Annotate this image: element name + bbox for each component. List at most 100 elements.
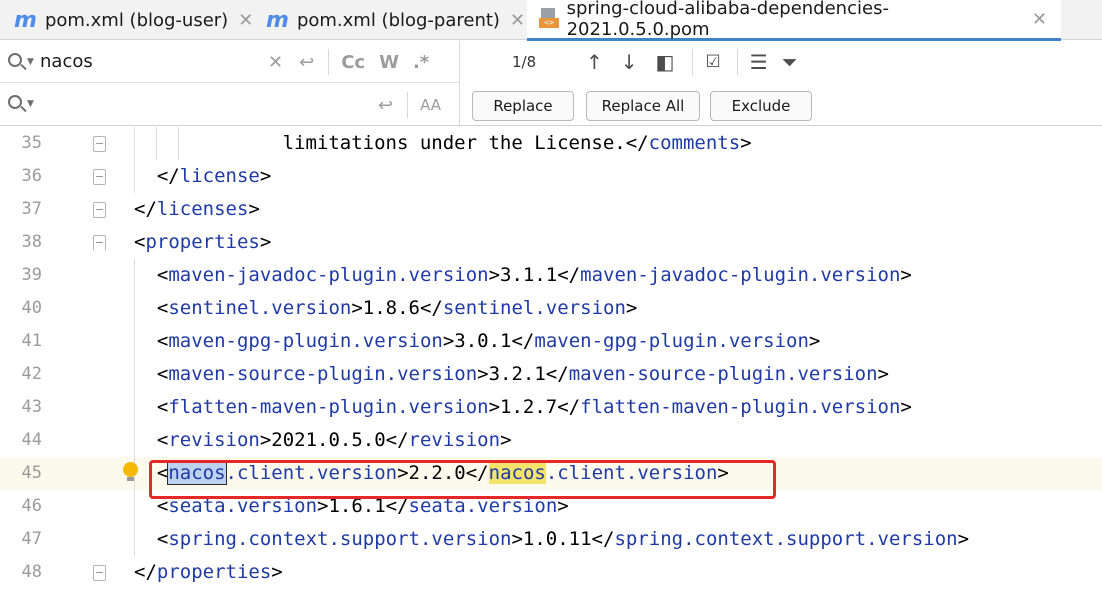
divider <box>328 49 330 75</box>
code-line: 47 <spring.context.support.version>1.0.11… <box>0 523 1102 556</box>
search-history-icon[interactable]: ▼ <box>8 52 34 72</box>
line-number: 47 <box>21 529 42 549</box>
next-occurrence-icon[interactable]: ↓ <box>621 50 638 74</box>
find-field-container: ▼ ✕ ↩ Cc W .* <box>0 41 460 83</box>
new-line-icon[interactable]: ↩ <box>378 95 393 116</box>
code-line: 36 </license> <box>0 160 1102 193</box>
code-line: 38 <properties> <box>0 226 1102 259</box>
maven-file-icon: m <box>266 7 289 33</box>
search-in-selection-icon[interactable]: ☰ <box>750 50 768 74</box>
fold-end-icon[interactable] <box>93 136 106 152</box>
line-number: 42 <box>21 364 42 384</box>
xml-tag-name: maven-source-plugin.version <box>168 363 478 385</box>
xml-file-icon: <> <box>539 8 559 30</box>
code-text: <revision>2021.0.5.0</revision> <box>156 429 512 451</box>
divider <box>407 92 409 118</box>
fold-end-icon[interactable] <box>93 565 106 581</box>
code-text: </properties> <box>134 561 283 583</box>
code-text: </license> <box>156 165 272 187</box>
code-text: <maven-source-plugin.version>3.2.1</mave… <box>156 363 889 385</box>
indent-guide <box>134 523 135 556</box>
editor-tab-bar: m pom.xml (blog-user) ✕ m pom.xml (blog-… <box>0 0 1102 41</box>
tab-spring-cloud-alibaba-dependencies[interactable]: <> spring-cloud-alibaba-dependencies-202… <box>527 0 1061 41</box>
indent-guide <box>134 490 135 523</box>
replace-input[interactable] <box>40 91 240 115</box>
close-icon[interactable]: ✕ <box>1032 9 1047 30</box>
code-text: <maven-javadoc-plugin.version>3.1.1</mav… <box>156 264 912 286</box>
indent-guide <box>134 391 135 424</box>
code-text: <properties> <box>134 231 272 253</box>
code-line: 41 <maven-gpg-plugin.version>3.0.1</maven… <box>0 325 1102 358</box>
line-number: 43 <box>21 397 42 417</box>
xml-tag-name: spring.context.support.version <box>614 528 958 550</box>
exclude-button[interactable]: Exclude <box>710 91 812 121</box>
preserve-case-toggle[interactable]: AA <box>420 96 441 114</box>
whole-words-toggle[interactable]: W <box>379 52 399 73</box>
select-all-occurrences-icon[interactable]: ◧ <box>656 50 675 74</box>
replace-button[interactable]: Replace <box>472 91 574 121</box>
maven-file-icon: m <box>14 7 37 33</box>
code-text: <spring.context.support.version>1.0.11</… <box>156 528 970 550</box>
xml-tag-name: sentinel.version <box>442 297 626 319</box>
xml-tag-name: maven-javadoc-plugin.version <box>580 264 901 286</box>
fold-end-icon[interactable] <box>93 202 106 218</box>
tab-label: pom.xml (blog-user) <box>44 9 229 31</box>
code-line: 39 <maven-javadoc-plugin.version>3.1.1</m… <box>0 259 1102 292</box>
line-number: 37 <box>21 199 42 219</box>
line-number: 36 <box>21 166 42 186</box>
xml-tag-name: flatten-maven-plugin.version <box>168 396 489 418</box>
divider <box>692 49 694 75</box>
indent-guide <box>134 358 135 391</box>
replace-row: ▼ ↩ AA Replace Replace All Exclude <box>0 83 1102 125</box>
code-line: 37 </licenses> <box>0 193 1102 226</box>
intention-bulb-icon[interactable] <box>122 462 140 484</box>
find-toolbar: ↑ ↓ ◧ ☑ ☰ ⏷ <box>586 49 798 75</box>
fold-start-icon[interactable] <box>93 235 106 251</box>
filter-search-results-icon[interactable]: ☑ <box>705 52 720 72</box>
replace-field-container: ▼ ↩ AA <box>0 83 460 125</box>
tab-label: spring-cloud-alibaba-dependencies-2021.0… <box>566 0 889 40</box>
code-text: limitations under the License.</comments… <box>282 132 752 154</box>
match-case-toggle[interactable]: Cc <box>341 52 365 73</box>
code-line: 48 </properties> <box>0 556 1102 589</box>
tab-label: pom.xml (blog-parent) <box>296 9 500 31</box>
indent-guide <box>178 127 179 160</box>
close-icon[interactable]: ✕ <box>238 10 253 31</box>
code-line: 35 limitations under the License.</commen… <box>0 127 1102 160</box>
line-number: 46 <box>21 496 42 516</box>
xml-tag-name: comments <box>648 132 741 154</box>
xml-tag-name: maven-source-plugin.version <box>568 363 878 385</box>
xml-tag-name: properties <box>145 231 260 253</box>
tab-pom-blog-parent[interactable]: m pom.xml (blog-parent) ✕ <box>266 0 525 40</box>
new-line-icon[interactable]: ↩ <box>299 52 314 73</box>
line-number: 40 <box>21 298 42 318</box>
close-icon[interactable]: ✕ <box>510 10 525 31</box>
xml-tag-name: revision <box>168 429 260 451</box>
regex-toggle[interactable]: .* <box>413 52 429 73</box>
code-text: <flatten-maven-plugin.version>1.2.7</fla… <box>156 396 912 418</box>
find-input[interactable] <box>40 49 240 73</box>
clear-icon[interactable]: ✕ <box>268 52 283 73</box>
previous-occurrence-icon[interactable]: ↑ <box>586 50 603 74</box>
tab-pom-blog-user[interactable]: m pom.xml (blog-user) ✕ <box>14 0 253 40</box>
filter-icon[interactable]: ⏷ <box>782 50 798 74</box>
code-text: <sentinel.version>1.8.6</sentinel.versio… <box>156 297 638 319</box>
code-line: 42 <maven-source-plugin.version>3.2.1</ma… <box>0 358 1102 391</box>
indent-guide <box>156 127 157 160</box>
fold-end-icon[interactable] <box>93 169 106 185</box>
xml-tag-name: license <box>179 165 260 187</box>
line-number: 44 <box>21 430 42 450</box>
replace-all-button[interactable]: Replace All <box>586 91 700 121</box>
find-row: ▼ ✕ ↩ Cc W .* 1/8 ↑ ↓ ◧ ☑ ☰ ⏷ <box>0 41 1102 83</box>
xml-tag-name: spring.context.support.version <box>168 528 512 550</box>
find-field-actions: ✕ ↩ Cc W .* <box>268 49 429 75</box>
replace-history-icon[interactable]: ▼ <box>8 94 34 114</box>
line-number: 48 <box>21 562 42 582</box>
replace-field-actions: ↩ AA <box>378 92 441 118</box>
line-number: 39 <box>21 265 42 285</box>
line-number: 38 <box>21 232 42 252</box>
divider <box>736 49 738 75</box>
code-editor[interactable]: 35 limitations under the License.</commen… <box>0 127 1102 592</box>
xml-tag-name: maven-gpg-plugin.version <box>534 330 809 352</box>
indent-guide <box>134 292 135 325</box>
